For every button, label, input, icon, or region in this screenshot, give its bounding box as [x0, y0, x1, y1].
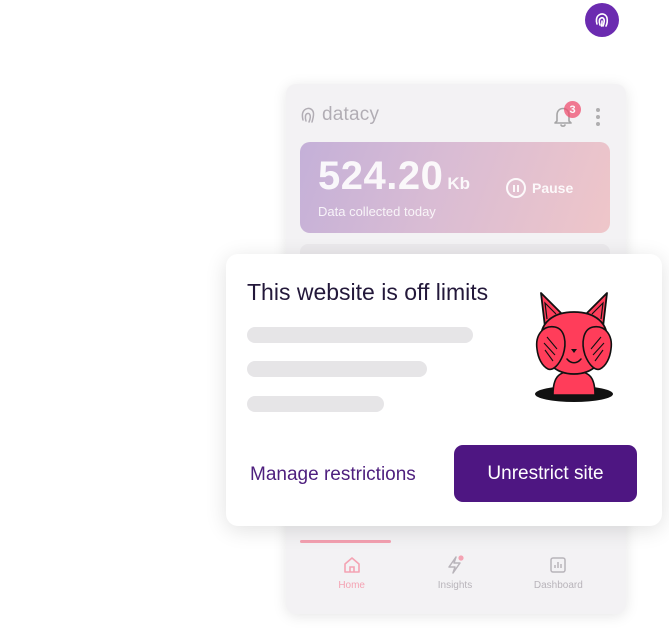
- data-unit: Kb: [447, 174, 471, 193]
- data-collected-value: 524.20 Kb: [318, 154, 470, 199]
- fingerprint-icon: [595, 13, 609, 27]
- tab-dashboard-label: Dashboard: [533, 580, 583, 591]
- restriction-modal: This website is off limits Manage restri…: [226, 254, 662, 526]
- data-collected-label: Data collected today: [318, 204, 436, 219]
- skeleton-line: [247, 327, 473, 343]
- data-amount: 524.20: [318, 154, 444, 198]
- lightning-icon: [448, 555, 464, 574]
- home-icon: [343, 557, 360, 573]
- active-tab-indicator: [300, 540, 391, 543]
- manage-restrictions-link[interactable]: Manage restrictions: [250, 464, 416, 486]
- skeleton-line: [247, 396, 384, 412]
- brand-logo: datacy: [300, 104, 379, 126]
- tab-dashboard[interactable]: Dashboard: [507, 550, 610, 600]
- bottom-nav: Home Insights Dashboard: [300, 550, 610, 600]
- tab-insights[interactable]: Insights: [403, 550, 506, 600]
- skeleton-line: [247, 361, 427, 377]
- tab-insights-label: Insights: [437, 580, 473, 591]
- unrestrict-site-button[interactable]: Unrestrict site: [454, 445, 637, 502]
- data-stats-card: 524.20 Kb Data collected today Pause: [300, 142, 610, 233]
- notification-badge: 3: [564, 101, 581, 118]
- modal-title: This website is off limits: [247, 279, 489, 305]
- tab-home-label: Home: [338, 580, 365, 591]
- fox-mascot-illustration: [535, 292, 613, 402]
- pause-button[interactable]: Pause: [506, 178, 573, 198]
- brand-name: datacy: [322, 104, 380, 125]
- extension-fingerprint-icon[interactable]: [585, 3, 619, 37]
- pause-label: Pause: [532, 180, 574, 196]
- tab-home[interactable]: Home: [300, 550, 403, 600]
- pause-icon: [506, 178, 526, 198]
- kebab-icon[interactable]: [596, 108, 600, 126]
- fingerprint-logo-icon: [301, 107, 315, 123]
- chart-icon: [550, 557, 567, 573]
